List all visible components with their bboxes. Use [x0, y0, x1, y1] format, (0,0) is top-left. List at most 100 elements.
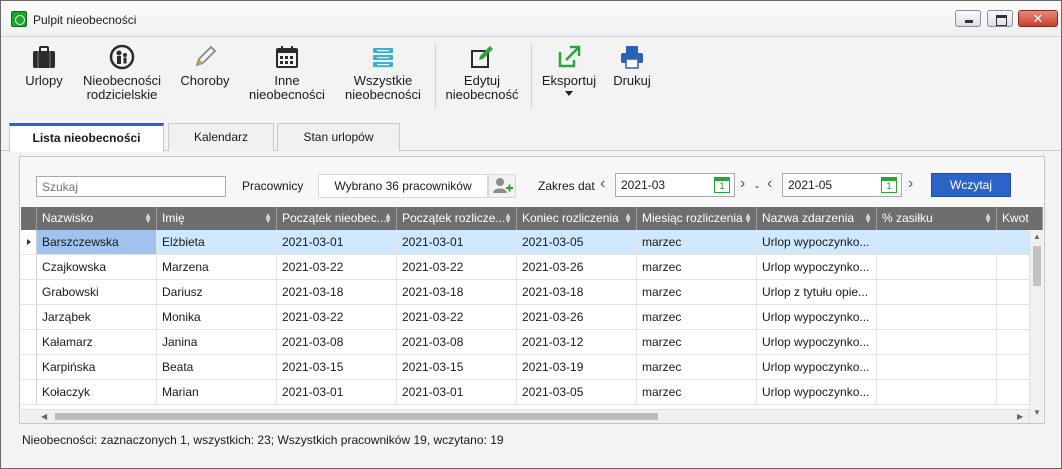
scroll-right-icon[interactable]: ▶	[1017, 412, 1023, 421]
cell-imie[interactable]: Marian	[157, 380, 277, 404]
cell-nazwisko[interactable]: Barszczewska	[37, 230, 157, 254]
cell-poczatek-rozliczenia[interactable]: 2021-03-22	[397, 305, 517, 329]
calendar-icon[interactable]: 1	[881, 177, 897, 193]
table-row[interactable]: Kołaczyk Marian 2021-03-01 2021-03-01 2021-0…	[21, 380, 1043, 405]
cell-procent-zasilku[interactable]	[877, 230, 997, 254]
choroby-button[interactable]: Choroby	[175, 44, 235, 88]
row-header[interactable]	[21, 255, 37, 279]
urlopy-button[interactable]: Urlopy	[19, 44, 69, 88]
cell-imie[interactable]: Monika	[157, 305, 277, 329]
cell-koniec-rozliczenia[interactable]: 2021-03-26	[517, 305, 637, 329]
cell-nazwa-zdarzenia[interactable]: Urlop wypoczynko...	[757, 380, 877, 404]
vertical-scrollbar[interactable]: ▲ ▼	[1029, 230, 1043, 423]
search-input[interactable]	[36, 176, 226, 197]
cell-procent-zasilku[interactable]	[877, 255, 997, 279]
table-row[interactable]: Czajkowska Marzena 2021-03-22 2021-03-22 202…	[21, 255, 1043, 280]
chevron-left-icon[interactable]: ‹	[767, 174, 772, 194]
cell-poczatek-rozliczenia[interactable]: 2021-03-18	[397, 280, 517, 304]
chevron-right-icon[interactable]: ›	[908, 174, 913, 194]
column-header-koniec-rozliczenia[interactable]: Koniec rozliczenia ▲ ▼	[517, 207, 637, 230]
cell-poczatek-rozliczenia[interactable]: 2021-03-15	[397, 355, 517, 379]
cell-poczatek-rozliczenia[interactable]: 2021-03-01	[397, 230, 517, 254]
cell-imie[interactable]: Janina	[157, 330, 277, 354]
table-row[interactable]: Barszczewska Elżbieta 2021-03-01 2021-03-01…	[21, 230, 1043, 255]
cell-poczatek-nieobecnosci[interactable]: 2021-03-01	[277, 380, 397, 404]
load-button[interactable]: Wczytaj	[931, 173, 1011, 197]
nieobecnosci-rodzicielskie-button[interactable]: Nieobecności rodzicielskie	[77, 44, 167, 102]
table-row[interactable]: Grabowski Dariusz 2021-03-18 2021-03-18 2021…	[21, 280, 1043, 305]
eksportuj-button[interactable]: Eksportuj	[537, 44, 601, 96]
cell-imie[interactable]: Dariusz	[157, 280, 277, 304]
row-header[interactable]	[21, 355, 37, 379]
scroll-up-icon[interactable]: ▲	[1033, 232, 1041, 241]
cell-nazwisko[interactable]: Karpińska	[37, 355, 157, 379]
scroll-left-icon[interactable]: ◀	[41, 412, 47, 421]
tab-lista-nieobecnosci[interactable]: Lista nieobecności	[9, 123, 164, 152]
cell-nazwa-zdarzenia[interactable]: Urlop wypoczynko...	[757, 255, 877, 279]
cell-poczatek-rozliczenia[interactable]: 2021-03-22	[397, 255, 517, 279]
cell-nazwisko[interactable]: Kałamarz	[37, 330, 157, 354]
cell-koniec-rozliczenia[interactable]: 2021-03-05	[517, 380, 637, 404]
cell-procent-zasilku[interactable]	[877, 305, 997, 329]
row-header[interactable]	[21, 330, 37, 354]
column-header-miesiac-rozliczenia[interactable]: Miesiąc rozliczenia ▲ ▼	[637, 207, 757, 230]
employees-selector[interactable]: Wybrano 36 pracowników	[318, 174, 488, 198]
cell-nazwisko[interactable]: Jarząbek	[37, 305, 157, 329]
table-row[interactable]: Karpińska Beata 2021-03-15 2021-03-15 2021-0…	[21, 355, 1043, 380]
wszystkie-nieobecnosci-button[interactable]: Wszystkie nieobecności	[339, 44, 427, 102]
cell-nazwisko[interactable]: Kołaczyk	[37, 380, 157, 404]
cell-koniec-rozliczenia[interactable]: 2021-03-19	[517, 355, 637, 379]
cell-poczatek-nieobecnosci[interactable]: 2021-03-22	[277, 305, 397, 329]
cell-koniec-rozliczenia[interactable]: 2021-03-26	[517, 255, 637, 279]
cell-miesiac-rozliczenia[interactable]: marzec	[637, 305, 757, 329]
cell-nazwa-zdarzenia[interactable]: Urlop wypoczynko...	[757, 330, 877, 354]
date-from-field[interactable]: 2021-03 1	[615, 173, 735, 197]
table-row[interactable]: Kałamarz Janina 2021-03-08 2021-03-08 2021-0…	[21, 330, 1043, 355]
cell-procent-zasilku[interactable]	[877, 355, 997, 379]
cell-poczatek-nieobecnosci[interactable]: 2021-03-18	[277, 280, 397, 304]
cell-miesiac-rozliczenia[interactable]: marzec	[637, 280, 757, 304]
cell-poczatek-rozliczenia[interactable]: 2021-03-01	[397, 380, 517, 404]
chevron-right-icon[interactable]: ›	[740, 174, 745, 194]
cell-imie[interactable]: Marzena	[157, 255, 277, 279]
cell-koniec-rozliczenia[interactable]: 2021-03-05	[517, 230, 637, 254]
column-header-kwota[interactable]: Kwot	[997, 207, 1043, 230]
cell-procent-zasilku[interactable]	[877, 280, 997, 304]
close-button[interactable]: ✕	[1018, 10, 1058, 27]
cell-procent-zasilku[interactable]	[877, 380, 997, 404]
column-header-imie[interactable]: Imię ▲ ▼	[157, 207, 277, 230]
cell-miesiac-rozliczenia[interactable]: marzec	[637, 255, 757, 279]
horizontal-scroll-thumb[interactable]	[55, 413, 658, 420]
cell-koniec-rozliczenia[interactable]: 2021-03-18	[517, 280, 637, 304]
row-header[interactable]	[21, 280, 37, 304]
horizontal-scrollbar[interactable]: ◀ ▶	[21, 409, 1029, 423]
cell-nazwisko[interactable]: Grabowski	[37, 280, 157, 304]
column-header-nazwisko[interactable]: Nazwisko ▲ ▼	[37, 207, 157, 230]
cell-nazwa-zdarzenia[interactable]: Urlop wypoczynko...	[757, 305, 877, 329]
column-header-poczatek-rozliczenia[interactable]: Początek rozlicze... ▲ ▼	[397, 207, 517, 230]
cell-nazwa-zdarzenia[interactable]: Urlop z tytułu opie...	[757, 280, 877, 304]
inne-nieobecnosci-button[interactable]: Inne nieobecności	[243, 44, 331, 102]
cell-koniec-rozliczenia[interactable]: 2021-03-12	[517, 330, 637, 354]
drukuj-button[interactable]: Drukuj	[607, 44, 657, 88]
cell-imie[interactable]: Elżbieta	[157, 230, 277, 254]
row-header[interactable]	[21, 305, 37, 329]
chevron-left-icon[interactable]: ‹	[600, 174, 605, 194]
cell-miesiac-rozliczenia[interactable]: marzec	[637, 355, 757, 379]
cell-poczatek-nieobecnosci[interactable]: 2021-03-08	[277, 330, 397, 354]
minimize-button[interactable]	[955, 10, 981, 27]
add-employee-button[interactable]	[488, 174, 516, 198]
cell-poczatek-nieobecnosci[interactable]: 2021-03-22	[277, 255, 397, 279]
tab-stan-urlopow[interactable]: Stan urlopów	[277, 123, 400, 151]
table-row[interactable]: Jarząbek Monika 2021-03-22 2021-03-22 2021-0…	[21, 305, 1043, 330]
vertical-scroll-thumb[interactable]	[1033, 246, 1041, 286]
cell-poczatek-rozliczenia[interactable]: 2021-03-08	[397, 330, 517, 354]
cell-procent-zasilku[interactable]	[877, 330, 997, 354]
column-header-nazwa-zdarzenia[interactable]: Nazwa zdarzenia ▲ ▼	[757, 207, 877, 230]
cell-miesiac-rozliczenia[interactable]: marzec	[637, 380, 757, 404]
tab-kalendarz[interactable]: Kalendarz	[168, 123, 274, 151]
row-header[interactable]	[21, 230, 37, 254]
cell-miesiac-rozliczenia[interactable]: marzec	[637, 230, 757, 254]
row-header[interactable]	[21, 380, 37, 404]
scroll-down-icon[interactable]: ▼	[1033, 408, 1041, 417]
